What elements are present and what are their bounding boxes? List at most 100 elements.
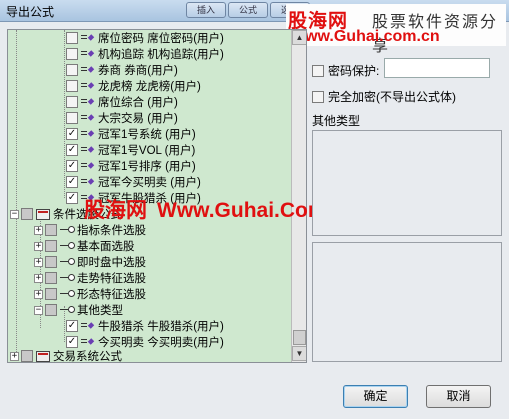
key-icon [60, 257, 75, 267]
key-icon [60, 225, 75, 235]
password-label: 密码保护: [328, 64, 380, 78]
cancel-button[interactable]: 取消 [426, 385, 491, 408]
tree-item[interactable]: + 形态特征选股 [34, 286, 146, 302]
expand-toggle[interactable]: + [34, 289, 43, 299]
scroll-down-button[interactable]: ▼ [292, 346, 306, 361]
formula-icon [81, 176, 95, 188]
tree-item[interactable]: 大宗交易 (用户) [66, 110, 178, 126]
expand-toggle[interactable]: + [34, 241, 43, 251]
checkbox-checked[interactable]: ✓ [66, 176, 78, 188]
checkbox[interactable] [45, 304, 57, 316]
tree-item-label: 冠军今买明卖 (用户) [98, 177, 201, 189]
checkbox[interactable] [66, 32, 78, 44]
checkbox-checked[interactable]: ✓ [66, 336, 78, 348]
tree-item-label: 即时盘中选股 [77, 257, 146, 269]
full-encrypt-label: 完全加密(不导出公式体) [328, 90, 456, 104]
checkbox[interactable] [21, 350, 33, 362]
full-encrypt-checkbox[interactable] [312, 90, 324, 103]
folder-icon [36, 208, 50, 220]
checkbox-checked[interactable]: ✓ [66, 192, 78, 204]
description-box [312, 242, 502, 362]
tree-item-label: 基本面选股 [77, 241, 135, 253]
checkbox[interactable] [21, 208, 33, 220]
watermark-site-name: 股海网 [84, 199, 147, 222]
tree-item-label: 龙虎榜 龙虎榜(用户) [98, 81, 201, 93]
password-input[interactable] [384, 58, 490, 78]
formula-icon [81, 48, 95, 60]
key-icon [60, 289, 75, 299]
checkbox[interactable] [66, 96, 78, 108]
checkbox-checked[interactable]: ✓ [66, 128, 78, 140]
tree-item[interactable]: ✓ 冠军1号系统 (用户) [66, 126, 196, 142]
tree-item-label: 席位密码 席位密码(用户) [98, 33, 224, 45]
formula-icon [81, 64, 95, 76]
tree-item[interactable]: ✓ 冠军1号排序 (用户) [66, 158, 196, 174]
tree-item-label: 冠军1号排序 (用户) [98, 161, 196, 173]
scroll-up-button[interactable]: ▲ [292, 30, 306, 45]
tree-item[interactable]: − 其他类型 [34, 302, 123, 318]
checkbox[interactable] [66, 80, 78, 92]
formula-icon [81, 144, 95, 156]
tree-item[interactable]: ✓ 冠军今买明卖 (用户) [66, 174, 201, 190]
formula-icon [81, 336, 95, 348]
tree-item-label: 其他类型 [77, 305, 123, 317]
checkbox[interactable] [45, 272, 57, 284]
other-type-label: 其他类型 [312, 114, 361, 128]
tree-item-label: 券商 券商(用户) [98, 65, 178, 77]
tree-item-label: 交易系统公式 [53, 351, 122, 363]
key-icon [60, 273, 75, 283]
tree-item[interactable]: 席位综合 (用户) [66, 94, 178, 110]
key-icon [60, 305, 75, 315]
tree-item[interactable]: + 基本面选股 [34, 238, 135, 254]
watermark-banner: 股海网 股票软件资源分享 Www.Guhai.com.cn [286, 4, 506, 55]
window-title: 导出公式 [6, 5, 55, 19]
checkbox-checked[interactable]: ✓ [66, 144, 78, 156]
checkbox[interactable] [66, 64, 78, 76]
tree-item[interactable]: 机构追踪 机构追踪(用户) [66, 46, 224, 62]
tree-item-label: 冠军1号VOL (用户) [98, 145, 196, 157]
formula-button[interactable]: 公式 [228, 2, 268, 18]
tree-item-label: 形态特征选股 [77, 289, 146, 301]
tree-item[interactable]: + 即时盘中选股 [34, 254, 146, 270]
tree-item[interactable]: 券商 券商(用户) [66, 62, 178, 78]
tree-item[interactable]: ✓ 冠军1号VOL (用户) [66, 142, 195, 158]
formula-icon [81, 128, 95, 140]
checkbox[interactable] [45, 240, 57, 252]
tree-item-label: 走势特征选股 [77, 273, 146, 285]
collapse-toggle[interactable]: − [34, 305, 43, 315]
folder-icon [36, 350, 50, 362]
tree-folder-trading[interactable]: + 交易系统公式 [10, 348, 122, 363]
scroll-thumb[interactable] [293, 330, 306, 345]
checkbox[interactable] [45, 256, 57, 268]
collapse-toggle[interactable]: − [10, 209, 19, 219]
checkbox[interactable] [66, 48, 78, 60]
checkbox[interactable] [66, 112, 78, 124]
formula-icon [81, 96, 95, 108]
checkbox-checked[interactable]: ✓ [66, 160, 78, 172]
formula-icon [81, 32, 95, 44]
other-type-list[interactable] [312, 130, 502, 236]
formula-icon [81, 112, 95, 124]
expand-toggle[interactable]: + [34, 257, 43, 267]
insert-button[interactable]: 插入 [186, 2, 226, 18]
checkbox[interactable] [45, 288, 57, 300]
formula-icon [81, 80, 95, 92]
tree-item[interactable]: 席位密码 席位密码(用户) [66, 30, 224, 46]
tree-item[interactable]: 龙虎榜 龙虎榜(用户) [66, 78, 201, 94]
expand-toggle[interactable]: + [34, 273, 43, 283]
tree-item-label: 冠军1号系统 (用户) [98, 129, 196, 141]
tree-item-label: 席位综合 (用户) [98, 97, 178, 109]
tree-item[interactable]: + 走势特征选股 [34, 270, 146, 286]
password-option[interactable]: 密码保护: [312, 62, 379, 79]
expand-toggle[interactable]: + [10, 351, 19, 361]
ok-button[interactable]: 确定 [343, 385, 408, 408]
full-encrypt-option[interactable]: 完全加密(不导出公式体) [312, 88, 456, 105]
tree-item[interactable]: ✓ 牛股猎杀 牛股猎杀(用户) [66, 318, 224, 334]
password-checkbox[interactable] [312, 64, 324, 77]
tree-item[interactable]: + 指标条件选股 [34, 222, 146, 238]
tree-item-label: 机构追踪 机构追踪(用户) [98, 49, 224, 61]
tree-item-label: 指标条件选股 [77, 225, 146, 237]
checkbox-checked[interactable]: ✓ [66, 320, 78, 332]
expand-toggle[interactable]: + [34, 225, 43, 235]
checkbox[interactable] [45, 224, 57, 236]
